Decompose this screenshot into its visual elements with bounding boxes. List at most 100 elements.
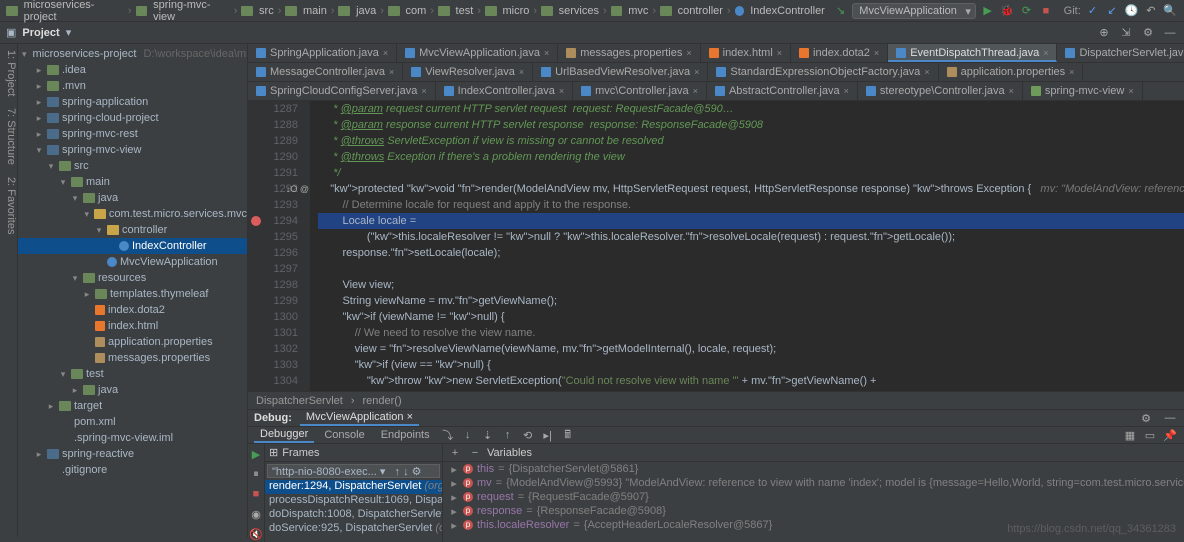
editor-tab[interactable]: mvc\Controller.java× (573, 82, 707, 100)
crumb[interactable]: main (303, 5, 327, 17)
tree-node[interactable]: ▾src (18, 158, 247, 174)
close-icon[interactable]: × (694, 67, 699, 77)
close-icon[interactable]: × (1009, 86, 1014, 96)
editor-tab[interactable]: SpringApplication.java× (248, 44, 397, 62)
tree-node[interactable]: application.properties (18, 334, 247, 350)
force-step-into-icon[interactable]: ⇣ (480, 427, 496, 443)
run-config-dropdown[interactable]: MvcViewApplication (852, 3, 976, 19)
close-icon[interactable]: × (924, 67, 929, 77)
close-icon[interactable]: × (389, 67, 394, 77)
hide-icon[interactable]: — (1162, 25, 1178, 41)
breadcrumb-method[interactable]: render() (363, 395, 402, 407)
editor-tab[interactable]: EventDispatchThread.java× (888, 44, 1057, 62)
history-icon[interactable]: 🕓 (1124, 3, 1139, 19)
thread-selector[interactable]: "http-nio-8080-exec... ▾ ↑ ↓ ⚙ (267, 464, 440, 478)
run-to-cursor-icon[interactable]: ▸| (540, 427, 556, 443)
tree-node[interactable]: ▾resources (18, 270, 247, 286)
close-icon[interactable]: × (1128, 86, 1133, 96)
tree-node[interactable]: ▸templates.thymeleaf (18, 286, 247, 302)
tree-node[interactable]: ▾controller (18, 222, 247, 238)
console-tab[interactable]: Console (318, 428, 370, 442)
close-icon[interactable]: × (407, 411, 413, 423)
drop-frame-icon[interactable]: ⟲ (520, 427, 536, 443)
tree-node[interactable]: messages.properties (18, 350, 247, 366)
crumb[interactable]: microservices-project (24, 0, 124, 23)
debug-icon[interactable]: 🐞 (999, 3, 1014, 19)
editor-tab[interactable]: IndexController.java× (436, 82, 574, 100)
stack-frame[interactable]: doDispatch:1008, DispatcherServlet (org.… (265, 508, 442, 522)
pause-icon[interactable]: ⏸ (248, 466, 264, 482)
tree-node[interactable]: ▾com.test.micro.services.mvc (18, 206, 247, 222)
tree-node[interactable]: IndexController (18, 238, 247, 254)
editor-tab[interactable]: ViewResolver.java× (403, 63, 533, 81)
variable-row[interactable]: ▸p response = {ResponseFacade@5908} (443, 504, 1184, 518)
crumb[interactable]: IndexController (750, 5, 825, 17)
tree-node[interactable]: index.dota2 (18, 302, 247, 318)
dropdown-icon[interactable]: ▾ (66, 26, 72, 39)
crumb[interactable]: java (356, 5, 376, 17)
close-icon[interactable]: × (844, 86, 849, 96)
tab-favorites[interactable]: 2: Favorites (0, 177, 17, 234)
editor-tab[interactable]: spring-mvc-view× (1023, 82, 1143, 100)
editor-tab[interactable]: stereotype\Controller.java× (858, 82, 1023, 100)
crumb[interactable]: micro (503, 5, 530, 17)
remove-watch-icon[interactable]: − (467, 445, 483, 461)
tree-node[interactable]: .gitignore (18, 462, 247, 478)
stop-icon[interactable]: ■ (248, 486, 264, 502)
tab-project[interactable]: 1: Project (0, 50, 17, 96)
close-icon[interactable]: × (874, 48, 879, 58)
crumb[interactable]: src (259, 5, 274, 17)
editor-tab[interactable]: AbstractController.java× (707, 82, 858, 100)
close-icon[interactable]: × (383, 48, 388, 58)
tab-structure[interactable]: 7: Structure (0, 108, 17, 165)
tree-node[interactable]: ▸.mvn (18, 78, 247, 94)
debugger-tab[interactable]: Debugger (254, 427, 314, 443)
tree-node[interactable]: ▾main (18, 174, 247, 190)
stack-frame[interactable]: doService:925, DispatcherServlet (org.sp… (265, 522, 442, 536)
editor-tab[interactable]: messages.properties× (558, 44, 700, 62)
tree-node[interactable]: ▾spring-mvc-view (18, 142, 247, 158)
tree-node[interactable]: ▸spring-mvc-rest (18, 126, 247, 142)
tree-node[interactable]: pom.xml (18, 414, 247, 430)
variable-row[interactable]: ▸p mv = {ModelAndView@5993} "ModelAndVie… (443, 476, 1184, 490)
crumb[interactable]: mvc (628, 5, 648, 17)
tree-node[interactable]: ▸spring-application (18, 94, 247, 110)
stack-frame[interactable]: render:1294, DispatcherServlet (org.spri… (265, 480, 442, 494)
breadcrumb-class[interactable]: DispatcherServlet (256, 395, 343, 407)
tree-node[interactable]: ▾microservices-projectD:\workspace\idea\… (18, 46, 247, 62)
tree-node[interactable]: ▸.idea (18, 62, 247, 78)
coverage-icon[interactable]: ⟳ (1019, 3, 1034, 19)
vcs-commit-icon[interactable]: ↙ (1104, 3, 1119, 19)
pin-icon[interactable]: 📌 (1162, 427, 1178, 443)
tree-node[interactable]: .spring-mvc-view.iml (18, 430, 247, 446)
editor-tab[interactable]: UrlBasedViewResolver.java× (533, 63, 708, 81)
scroll-from-source-icon[interactable]: ⊕ (1096, 25, 1112, 41)
add-watch-icon[interactable]: + (447, 445, 463, 461)
evaluate-icon[interactable]: 🖩 (560, 427, 576, 443)
crumb[interactable]: test (456, 5, 474, 17)
tree-node[interactable]: MvcViewApplication (18, 254, 247, 270)
build-icon[interactable]: ↘ (833, 3, 848, 19)
tree-node[interactable]: ▾java (18, 190, 247, 206)
close-icon[interactable]: × (1069, 67, 1074, 77)
step-out-icon[interactable]: ↑ (500, 427, 516, 443)
resume-icon[interactable]: ▶ (248, 446, 264, 462)
variable-row[interactable]: ▸p request = {RequestFacade@5907} (443, 490, 1184, 504)
crumb[interactable]: services (559, 5, 599, 17)
step-into-icon[interactable]: ↓ (460, 427, 476, 443)
editor-tab[interactable]: MessageController.java× (248, 63, 403, 81)
step-over-icon[interactable]: ⤵ (440, 427, 456, 443)
breakpoint-icon[interactable] (251, 216, 261, 226)
revert-icon[interactable]: ↶ (1143, 3, 1158, 19)
editor-tab[interactable]: MvcViewApplication.java× (397, 44, 558, 62)
tree-node[interactable]: ▸java (18, 382, 247, 398)
restore-icon[interactable]: ▭ (1142, 427, 1158, 443)
settings-icon[interactable]: ⚙ (1138, 410, 1154, 426)
editor-tab[interactable]: SpringCloudConfigServer.java× (248, 82, 436, 100)
gutter[interactable]: 128712881289129012911292↓O @129312941295… (248, 101, 310, 391)
minimize-icon[interactable]: — (1162, 410, 1178, 426)
layout-icon[interactable]: ▦ (1122, 427, 1138, 443)
project-tree[interactable]: ▾microservices-projectD:\workspace\idea\… (18, 44, 248, 537)
close-icon[interactable]: × (777, 48, 782, 58)
run-icon[interactable]: ▶ (980, 3, 995, 19)
